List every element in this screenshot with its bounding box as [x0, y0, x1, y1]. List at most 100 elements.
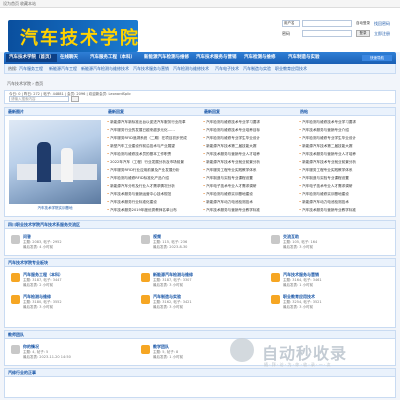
forum-item[interactable]: 汽车检测与维修 主题: 3180, 帖子: 3552 最后发表: 3 小时前	[9, 292, 135, 312]
forum-icon	[271, 273, 280, 282]
quick-nav-button[interactable]: 快速导航	[362, 55, 392, 61]
post-link[interactable]: 汽车技术服务行业标准化建设	[107, 200, 199, 205]
latest-images-heading: 最新图片	[5, 108, 105, 116]
post-link[interactable]: 汽车检测与维修实训基地建设	[203, 192, 295, 197]
post-link[interactable]: 汽车技术服务与营销专业教学标准	[203, 208, 295, 213]
hot-link[interactable]: 汽车制造与实验	[243, 66, 271, 72]
watermark-logo-icon	[230, 338, 254, 362]
post-link[interactable]: 汽车服务工程专业实践教学体系	[299, 168, 393, 173]
hot-link[interactable]: 汽车服务工程	[19, 66, 43, 72]
forum-item[interactable]: 职业教育应用技术 主题: 3254, 帖子: 3521 最后发表: 3 小时前	[269, 292, 395, 312]
post-link[interactable]: 汽车服务行业的发展已越来越多元化……	[107, 128, 199, 133]
post-link[interactable]: 新能源汽车动力电池检测技术	[203, 200, 295, 205]
post-link[interactable]: 汽车服务RFID行业应用前景及产业发展分析	[107, 168, 199, 173]
photo-caption[interactable]: 汽车技术学院实训基地	[9, 206, 101, 211]
feature-block: 最新图片 最新回复 最新回复 热帖 汽车技术学院实训基地 新能源汽车新标准出台以…	[4, 107, 396, 217]
forum-search-input[interactable]: 请输入搜索内容	[9, 96, 69, 102]
post-link[interactable]: 汽车制造与实验专业课程设置	[203, 176, 295, 181]
breadcrumb-text[interactable]: 汽车技术学院 › 首页	[7, 81, 43, 87]
nav-chat[interactable]: 在线聊天	[60, 54, 78, 62]
featured-photo[interactable]	[9, 120, 101, 204]
section-heading[interactable]: 四川职业技术学院汽车技术系服务交流区	[5, 221, 395, 229]
forum-last-post: 最后发表: 1 小时前	[153, 355, 184, 359]
forum-item[interactable]: 新能源汽车检测与维修 主题: 3187, 帖子: 3307 最后发表: 3 小时前	[139, 270, 265, 290]
forum-item[interactable]: 汽车服务工程（本科） 主题: 3187, 帖子: 3447 最后发表: 2 小时前	[9, 270, 135, 290]
post-link[interactable]: 汽车技术服务与营销专业教学标准	[299, 208, 393, 213]
post-link[interactable]: 汽车检测与维修技术员的基本工作职责	[107, 152, 199, 157]
hot-search-label: 热搜:	[8, 66, 18, 71]
post-link[interactable]: 汽车技术服务与营销专业介绍	[299, 128, 393, 133]
forum-icon	[11, 273, 20, 282]
forum-item[interactable]: 汽车技术服务与营销 主题: 3164, 帖子: 3461 最后发表: 1 小时前	[269, 270, 395, 290]
post-link[interactable]: 汽车制造与实验专业课程设置	[299, 176, 393, 181]
forum-last-post: 最后发表: 2023-11-20 14:50	[23, 355, 71, 359]
nav-manufacturing[interactable]: 汽车制造与实验	[288, 54, 320, 62]
forum-item[interactable]: 汽车制造与实验 主题: 3162, 帖子: 3421 最后发表: 3 小时前	[139, 292, 265, 312]
post-link[interactable]: 汽车检测与维修RFID标准化产品介绍	[107, 176, 199, 181]
hot-link[interactable]: 汽车电子技术	[215, 66, 239, 72]
password-input[interactable]	[302, 30, 352, 37]
nav-marketing[interactable]: 汽车技术服务与营销	[196, 54, 237, 62]
bookmark-link[interactable]: 收藏本站	[20, 1, 36, 7]
hot-search-bar: 热搜: 汽车服务工程 新能源汽车工程 新能源汽车检测与维修技术 汽车技术服务与营…	[4, 64, 396, 74]
forum-section: 四川职业技术学院汽车技术系服务交流区问答 主题: 2083, 帖子: 2952 最后…	[4, 220, 396, 256]
register-link[interactable]: 立即注册	[374, 31, 390, 37]
post-link[interactable]: 新能源汽车技术第二届技能大赛	[299, 144, 393, 149]
post-link[interactable]: 汽车检测与维修专业学生毕业设计	[299, 136, 393, 141]
auto-login-label[interactable]: 自动登录	[356, 21, 370, 26]
hot-link[interactable]: 新能源汽车工程	[49, 66, 77, 72]
post-link[interactable]: 汽车电子技术专业人才需求调研	[203, 184, 295, 189]
forum-item[interactable]: 视频 主题: 115, 帖子: 236 最后发表: 2023-8-30	[139, 232, 265, 252]
forum-item[interactable]: 问答 主题: 2083, 帖子: 2952 最后发表: 4 小时前	[9, 232, 135, 252]
post-link[interactable]: 新能源汽车新标准出台以促进汽车服务行业改革	[107, 120, 199, 125]
forum-search-button[interactable]	[71, 96, 79, 102]
watermark-text: 自动秒收录	[262, 344, 348, 363]
forum-item[interactable]: 交流互助 主题: 105, 帖子: 164 最后发表: 3 小时前	[269, 232, 395, 252]
post-link[interactable]: 汽车技术服务2019年度优秀教师名单公布	[107, 208, 199, 213]
forum-item[interactable]: 你的情况 主题: 4, 帖子: 5 最后发表: 2023-11-20 14:50	[9, 342, 135, 362]
post-link[interactable]: 汽车服务RFID追溯系统（二期）在项目初步完成	[107, 136, 199, 141]
set-homepage-link[interactable]: 设为首页	[3, 1, 19, 7]
post-link[interactable]: 汽车技术服务与营销专业人才培养	[299, 152, 393, 157]
forum-last-post: 最后发表: 3 小时前	[153, 305, 184, 309]
post-link[interactable]: 汽车技术服务与营销专业人才培养	[203, 152, 295, 157]
post-link[interactable]: 汽车服务工程专业实践教学体系	[203, 168, 295, 173]
login-button[interactable]: 登录	[356, 30, 370, 37]
section-heading[interactable]: 汽车技术学院专业板块	[5, 259, 395, 267]
post-link[interactable]: 汽车检测与维修实训基地建设	[299, 192, 393, 197]
logo-text: 汽车技术学院	[20, 28, 140, 49]
username-input[interactable]	[302, 20, 352, 27]
post-link[interactable]: 汽车检测与维修专业学生毕业设计	[203, 136, 295, 141]
post-link[interactable]: 新能源汽车分布及行业人才需求情况分析	[107, 184, 199, 189]
hot-link[interactable]: 汽车技术服务与营销	[133, 66, 169, 72]
post-link[interactable]: 新能源汽车技术专业就业前景分析	[203, 160, 295, 165]
forum-last-post: 最后发表: 2023-8-30	[153, 245, 188, 249]
post-link[interactable]: 新能源汽车技术专业就业前景分析	[299, 160, 393, 165]
forum-last-post: 最后发表: 3 小时前	[153, 283, 184, 287]
forum-last-post: 最后发表: 1 小时前	[283, 283, 314, 287]
password-label: 密码	[282, 31, 290, 36]
post-link[interactable]: 汽车技术服务与营销运营中心技术规范	[107, 192, 199, 197]
forum-last-post: 最后发表: 4 小时前	[23, 245, 54, 249]
username-type-select[interactable]: 用户名	[282, 20, 300, 27]
nav-inspection[interactable]: 汽车检测与维修	[244, 54, 276, 62]
hot-link[interactable]: 职业教育应用技术	[275, 66, 307, 72]
post-link[interactable]: 汽车检测与维修技术专业学习要求	[203, 120, 295, 125]
site-logo[interactable]: 汽车技术学院	[8, 20, 138, 52]
forum-last-post: 最后发表: 3 小时前	[23, 305, 54, 309]
post-link[interactable]: 汽车检测与维修技术专业培养目标	[203, 128, 295, 133]
photo-table-shape	[17, 164, 97, 180]
post-link[interactable]: 新能源汽车动力电池检测技术	[299, 200, 393, 205]
forum-icon	[141, 235, 150, 244]
hot-link[interactable]: 汽车检测与维修技术	[173, 66, 209, 72]
post-link[interactable]: 新型汽车工业建设作前沿技术与产业展望	[107, 144, 199, 149]
nav-home[interactable]: 汽车技术学院（首页）	[6, 54, 57, 62]
hot-link[interactable]: 新能源汽车检测与维修技术	[81, 66, 129, 72]
forgot-password-link[interactable]: 找回密码	[374, 21, 390, 27]
post-link[interactable]: 汽车电子技术专业人才需求调研	[299, 184, 393, 189]
nav-auto-service[interactable]: 汽车服务工程（本科）	[90, 54, 135, 62]
post-link[interactable]: 新能源汽车技术第二届技能大赛	[203, 144, 295, 149]
post-link[interactable]: 2022年汽车（工程）行业发展分析及市场前景	[107, 160, 199, 165]
nav-new-energy[interactable]: 新能源汽车检测与维修	[144, 54, 189, 62]
post-link[interactable]: 汽车检测与维修技术专业学习要求	[299, 120, 393, 125]
